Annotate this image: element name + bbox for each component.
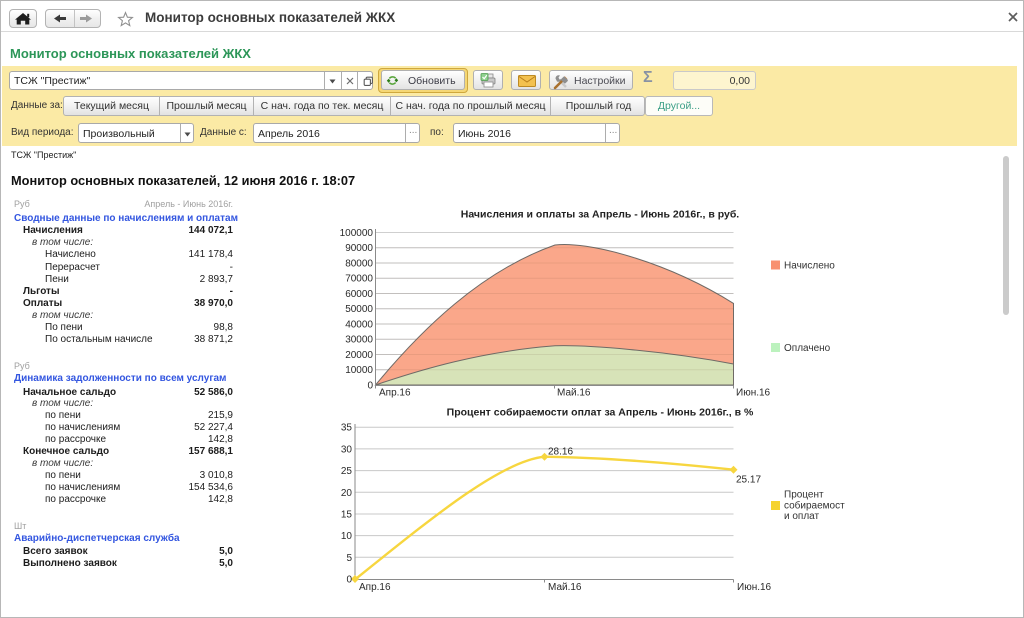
svg-text:Май.16: Май.16 [548,582,582,593]
svg-text:Июн.16: Июн.16 [737,582,772,593]
svg-text:10: 10 [341,531,353,542]
svg-text:Июн.16: Июн.16 [736,388,771,399]
svg-text:100000: 100000 [340,228,374,239]
svg-text:70000: 70000 [345,274,373,285]
svg-text:Апр.16: Апр.16 [359,582,391,593]
svg-text:Май.16: Май.16 [557,388,591,399]
svg-text:80000: 80000 [345,259,373,270]
svg-text:Апр.16: Апр.16 [379,388,411,399]
svg-text:35: 35 [341,423,353,434]
svg-text:60000: 60000 [345,289,373,300]
svg-text:90000: 90000 [345,243,373,254]
svg-text:40000: 40000 [345,320,373,331]
svg-text:20000: 20000 [345,350,373,361]
svg-text:0: 0 [367,381,373,392]
svg-text:собираемост: собираемост [784,500,845,512]
svg-text:28.16: 28.16 [548,447,573,458]
svg-text:Процент собираемости оплат за: Процент собираемости оплат за Апрель - И… [447,407,754,419]
svg-text:20: 20 [341,488,353,499]
svg-text:и оплат: и оплат [784,511,820,522]
svg-text:30000: 30000 [345,335,373,346]
svg-text:30: 30 [341,444,353,455]
svg-text:50000: 50000 [345,304,373,315]
svg-text:15: 15 [341,510,353,521]
svg-text:0: 0 [346,575,352,586]
svg-text:Оплачено: Оплачено [784,343,831,354]
svg-text:10000: 10000 [345,365,373,376]
svg-text:Начисления и оплаты за Апрель: Начисления и оплаты за Апрель - Июнь 201… [461,209,740,221]
svg-text:25: 25 [341,466,353,477]
svg-text:25.17: 25.17 [736,475,761,486]
svg-text:5: 5 [346,553,352,564]
svg-text:Начислено: Начислено [784,261,835,272]
svg-text:Процент: Процент [784,490,824,501]
